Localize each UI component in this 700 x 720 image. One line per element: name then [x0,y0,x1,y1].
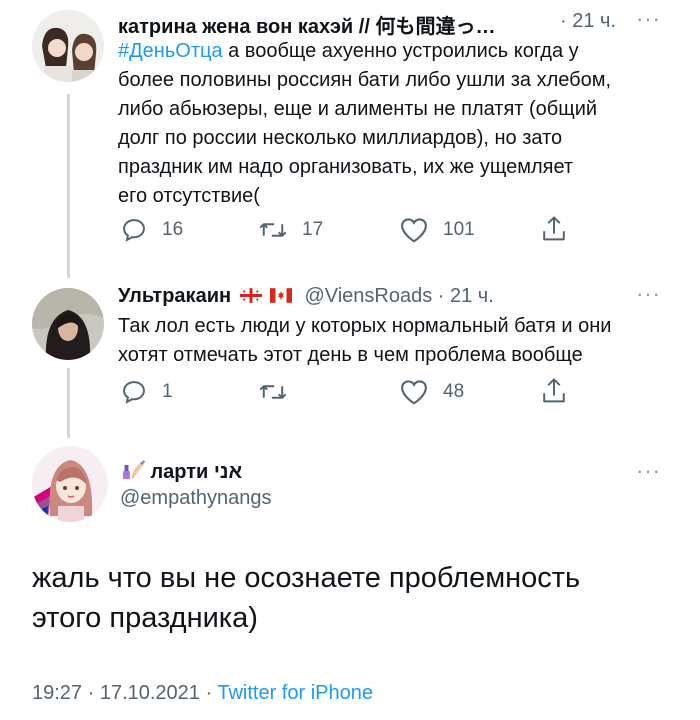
hashtag-link[interactable]: #ДеньОтца [118,40,223,62]
like-button[interactable]: 101 [399,216,475,244]
retweet-count: 17 [302,219,324,240]
flag-georgia-icon [239,288,262,303]
main-tweet-footer: 19:27 · 17.10.2021 · Twitter for iPhone [32,682,373,705]
reply-icon [123,219,145,242]
more-dots-icon[interactable]: ··· [636,283,661,305]
more-dots-icon[interactable]: ··· [636,8,661,30]
tweet-text: Так лол есть люди у которых нормальный б… [118,312,678,370]
tweet-author-name[interactable]: Ультракаин [118,285,231,307]
retweet-icon [259,385,287,399]
tweet-text-line: хотят отмечать этот день в чем проблема … [118,344,583,366]
thread-connector [67,94,70,278]
retweet-button[interactable]: 17 [258,216,323,244]
main-tweet-timestamp[interactable]: 19:27 · 17.10.2021 · [32,682,217,704]
tweet-text-line: либо абьюзеры, еще и алименты не платят … [118,98,598,120]
tweet-handle-time[interactable]: @ViensRoads · 21 ч. [304,285,493,307]
tweet-text-line: жаль что вы не осознаете проблемность [32,562,581,594]
tweet-text-line: праздник им надо организовать, их же уще… [118,156,574,178]
reply-button[interactable]: 1 [120,378,173,406]
avatar[interactable] [32,10,104,82]
avatar[interactable] [32,446,108,522]
reply-count: 16 [162,219,184,240]
reply-button[interactable]: 16 [120,216,183,244]
avatar[interactable] [32,288,104,360]
tweet-text-line: долг по россии несколько миллиардов), но… [118,127,563,149]
reply-count: 1 [162,381,173,402]
tweet-author-name[interactable]: катрина жена вон кахэй // 何も間違っ… [118,10,495,39]
tweet-text-line: а вообще ахуенно устроились когда у [222,40,579,62]
flag-canada-icon [269,288,292,303]
reply-icon [123,381,145,404]
main-tweet-display-name[interactable]: ларти אני [150,461,242,483]
tweet-text-line: более половины россиян бати либо ушли за… [118,69,612,91]
heart-icon [401,380,427,405]
main-tweet-author[interactable]: ларти אני [120,459,242,484]
retweet-icon [259,223,287,237]
more-dots-icon[interactable]: ··· [636,460,661,482]
like-count: 101 [443,219,475,240]
tweet-text-line: этого праздника) [32,602,258,634]
tweet-source-link[interactable]: Twitter for iPhone [217,682,373,704]
share-button[interactable] [540,214,582,244]
thread-connector [67,368,70,438]
tweet-text: #ДеньОтца а вообще ахуенно устроились ко… [118,37,678,211]
tweet-text-line: Так лол есть люди у которых нормальный б… [118,315,612,337]
heart-icon [401,218,427,243]
share-button[interactable] [540,376,582,406]
main-tweet-text: жаль что вы не осознаете проблемность эт… [32,558,672,638]
like-count: 48 [443,381,465,402]
tweet-time[interactable]: · 21 ч. [560,10,616,33]
retweet-button[interactable] [258,378,302,406]
tweet-header: Ультракаин @ViensRoads · 21 ч. [118,285,494,308]
share-icon [543,378,565,403]
nail-polish-emoji-icon [120,459,146,481]
tweet-text-line: его отсутствие( [118,185,260,207]
like-button[interactable]: 48 [399,378,464,406]
share-icon [543,216,565,241]
main-tweet-handle[interactable]: @empathynangs [120,487,272,510]
